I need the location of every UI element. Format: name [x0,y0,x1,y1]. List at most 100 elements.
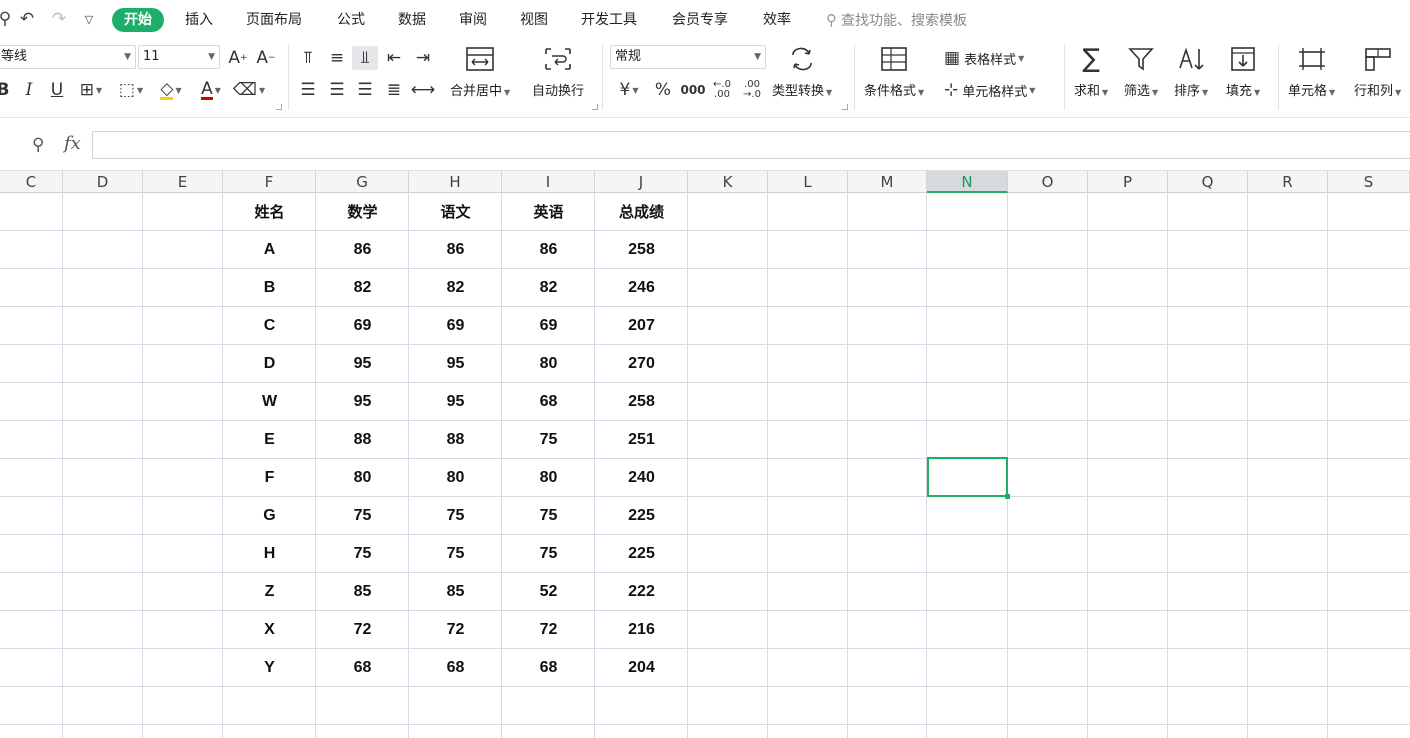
table-header-cell[interactable]: 姓名 [223,193,316,231]
table-cell[interactable]: 82 [502,269,595,307]
tab-efficiency[interactable]: 效率 [761,8,793,32]
column-header-r[interactable]: R [1248,171,1328,193]
bold-icon[interactable]: B [0,78,14,102]
tab-page-layout[interactable]: 页面布局 [244,8,304,32]
table-cell[interactable]: 225 [595,535,688,573]
table-cell[interactable]: 75 [316,535,409,573]
tab-formulas[interactable]: 公式 [335,8,367,32]
number-dialog-launcher[interactable] [842,104,848,110]
table-cell[interactable]: 86 [409,231,502,269]
fill-color-icon[interactable]: ◇ ▼ [154,78,188,102]
column-header-s[interactable]: S [1328,171,1410,193]
filter-button[interactable]: 筛选 ▼ [1124,44,1158,99]
table-cell[interactable]: F [223,459,316,497]
table-cell[interactable]: H [223,535,316,573]
decrease-indent-icon[interactable]: ⇤ [382,46,406,70]
table-header-cell[interactable]: 数学 [316,193,409,231]
column-header-c[interactable]: C [0,171,63,193]
row-column-button[interactable]: 行和列 ▼ [1354,44,1401,99]
table-cell[interactable]: 80 [316,459,409,497]
number-format-select[interactable]: 常规 ▼ [610,45,766,69]
table-cell[interactable]: 75 [502,421,595,459]
increase-decimal-icon[interactable]: ←.0.00 [708,78,736,102]
font-size-select[interactable]: 11 ▼ [138,45,220,69]
table-cell[interactable]: 85 [316,573,409,611]
decrease-decimal-icon[interactable]: .00 →.0 [738,78,766,102]
table-header-cell[interactable]: 总成绩 [595,193,688,231]
column-header-h[interactable]: H [409,171,502,193]
column-header-f[interactable]: F [223,171,316,193]
fill-handle[interactable] [1005,494,1010,499]
conditional-format-button[interactable]: 条件格式 ▼ [864,44,924,99]
currency-icon[interactable]: ¥ ▼ [612,78,646,102]
table-cell[interactable]: 86 [502,231,595,269]
table-cell[interactable]: 207 [595,307,688,345]
table-cell[interactable]: 95 [316,345,409,383]
active-cell-selection[interactable] [927,457,1010,499]
table-cell[interactable]: 69 [502,307,595,345]
distributed-align-icon[interactable]: ⟷ [411,78,435,102]
table-cell[interactable]: 72 [409,611,502,649]
table-cell[interactable]: 225 [595,497,688,535]
column-header-n[interactable]: N [927,171,1008,193]
column-header-g[interactable]: G [316,171,409,193]
column-header-o[interactable]: O [1008,171,1088,193]
table-cell[interactable]: 75 [502,497,595,535]
table-cell[interactable]: 86 [316,231,409,269]
table-cell[interactable]: 68 [409,649,502,687]
spreadsheet-grid[interactable]: 姓名 数学 语文 英语 总成绩 A 86 86 86 258 B 82 82 82 246 C 69 69 69 20… [0,193,1410,738]
table-cell[interactable]: 216 [595,611,688,649]
table-cell[interactable]: G [223,497,316,535]
italic-icon[interactable]: I [18,78,40,102]
table-cell[interactable]: C [223,307,316,345]
justify-icon[interactable]: ≣ [382,78,406,102]
search-function[interactable]: ⚲ 查找功能、搜索模板 [826,8,967,32]
table-cell[interactable]: B [223,269,316,307]
table-cell[interactable]: 82 [316,269,409,307]
column-header-j[interactable]: J [595,171,688,193]
table-cell[interactable]: 80 [502,459,595,497]
tab-data[interactable]: 数据 [396,8,428,32]
table-cell[interactable]: A [223,231,316,269]
type-convert-button[interactable]: 类型转换 ▼ [772,44,832,99]
table-cell[interactable]: 75 [409,497,502,535]
cell-fill-style-icon[interactable]: ⬚ ▼ [114,78,148,102]
table-cell[interactable]: 246 [595,269,688,307]
table-cell[interactable]: 85 [409,573,502,611]
align-left-icon[interactable]: ☰ [296,78,320,102]
column-header-d[interactable]: D [63,171,143,193]
table-cell[interactable]: Y [223,649,316,687]
tab-view[interactable]: 视图 [518,8,550,32]
table-cell[interactable]: 240 [595,459,688,497]
fx-icon[interactable]: fx [64,133,81,154]
table-style-button[interactable]: ▦ 表格样式 ▼ [944,48,1024,68]
column-header-l[interactable]: L [768,171,848,193]
tab-member[interactable]: 会员专享 [670,8,730,32]
align-right-icon[interactable]: ☰ [353,78,377,102]
border-icon[interactable]: ⊞ ▼ [74,78,108,102]
alignment-dialog-launcher[interactable] [592,104,598,110]
column-header-k[interactable]: K [688,171,768,193]
thousands-separator-icon[interactable]: 000 [680,78,706,102]
column-header-p[interactable]: P [1088,171,1168,193]
table-cell[interactable]: X [223,611,316,649]
align-top-icon[interactable]: ⫪ [296,46,320,70]
table-cell[interactable]: 88 [316,421,409,459]
table-cell[interactable]: 72 [316,611,409,649]
font-name-select[interactable]: 等线 ▼ [0,45,136,69]
table-cell[interactable]: 251 [595,421,688,459]
zoom-search-icon[interactable]: ⚲ [0,8,16,30]
auto-wrap-button[interactable]: 自动换行 [532,44,584,99]
table-cell[interactable]: 69 [409,307,502,345]
cell-button[interactable]: 单元格 ▼ [1288,44,1335,99]
align-center-icon[interactable]: ☰ [325,78,349,102]
underline-icon[interactable]: U [46,78,68,102]
formula-input[interactable] [92,131,1410,159]
quick-access-dropdown-icon[interactable]: ▽ [78,8,100,30]
table-cell[interactable]: 75 [502,535,595,573]
zoom-icon[interactable]: ⚲ [32,135,44,155]
table-cell[interactable]: 68 [316,649,409,687]
table-cell[interactable]: 95 [409,345,502,383]
undo-icon[interactable]: ↶ [16,8,38,30]
table-cell[interactable]: 75 [316,497,409,535]
